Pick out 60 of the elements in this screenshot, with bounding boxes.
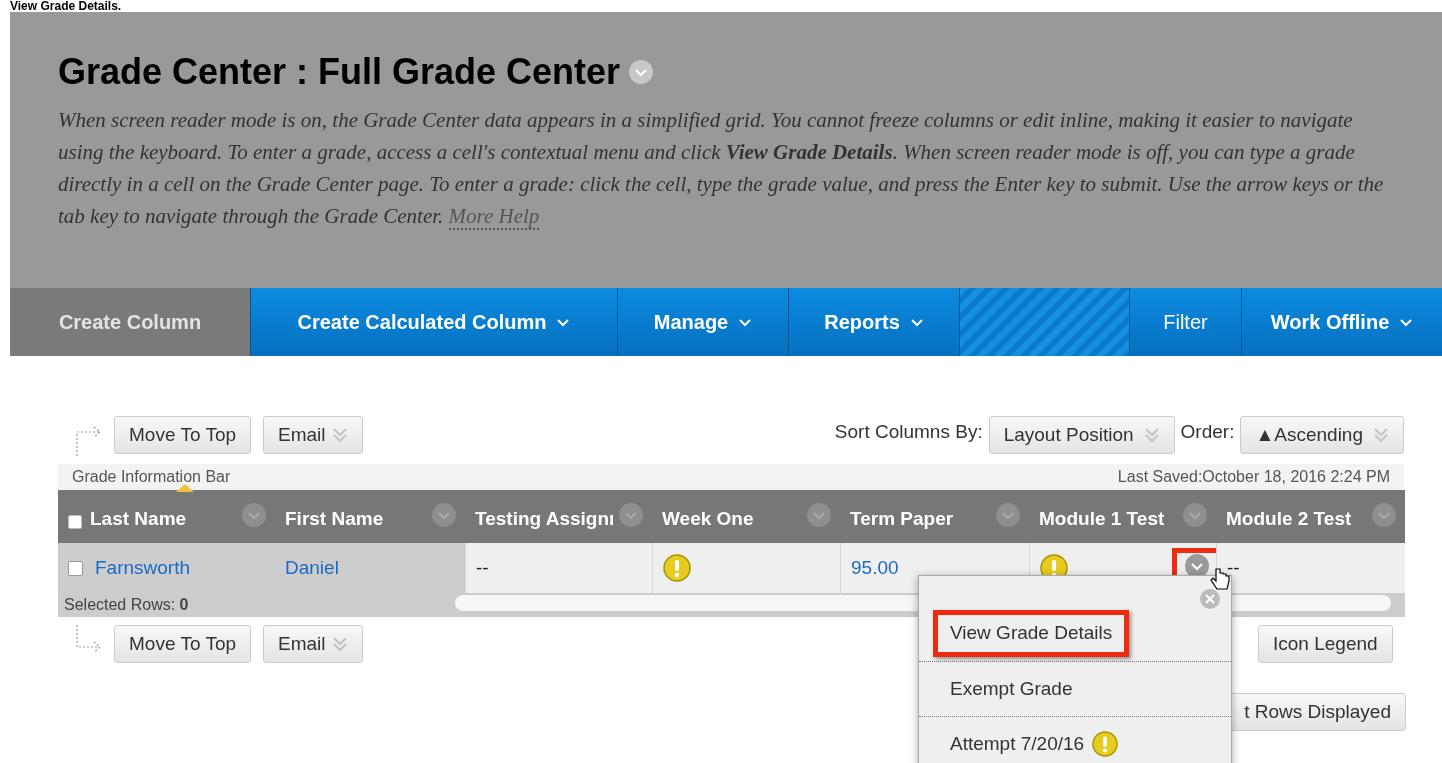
double-chevron-icon — [331, 426, 348, 444]
selected-rows-text: Selected Rows: 0 — [64, 595, 189, 615]
close-icon[interactable] — [1199, 588, 1221, 610]
header-checkbox[interactable] — [68, 515, 82, 529]
nav-button[interactable]: Filter — [1129, 288, 1241, 356]
column-menu-icon[interactable] — [241, 502, 267, 528]
order-label: Order: — [1180, 420, 1235, 444]
nav-menu-button[interactable]: Manage — [617, 288, 788, 356]
move-to-top-button[interactable]: Move To Top — [114, 416, 252, 454]
column-header[interactable]: Week One — [662, 504, 754, 533]
email-dropdown-button[interactable]: Email — [263, 416, 363, 454]
nav-menu-button[interactable]: Reports — [788, 288, 959, 356]
menu-item[interactable]: View Grade Details — [933, 610, 1130, 657]
column-menu-icon[interactable] — [995, 502, 1021, 528]
double-chevron-icon — [331, 635, 348, 653]
info-bar-label[interactable]: Grade Information Bar — [72, 465, 231, 489]
exclamation-icon — [663, 554, 691, 582]
email-dropdown-button[interactable]: Email — [263, 625, 363, 663]
nav-menu-button[interactable]: Create Calculated Column — [250, 288, 617, 356]
column-header[interactable]: Module 2 Test — [1226, 504, 1352, 533]
grade-link[interactable]: Farnsworth — [95, 553, 191, 583]
nav-tab[interactable]: Create Column — [10, 288, 250, 356]
sort-label: Sort Columns By: — [834, 420, 983, 444]
column-menu-icon[interactable] — [1182, 502, 1208, 528]
grade-link[interactable]: 95.00 — [851, 553, 899, 583]
page-title: Grade Center : Full Grade Center — [58, 50, 621, 94]
triangle-icon — [176, 484, 194, 492]
double-chevron-icon — [1143, 426, 1160, 444]
exclamation-icon — [1092, 731, 1119, 757]
help-link[interactable]: More Help — [448, 204, 540, 230]
chevron-icon — [1399, 317, 1414, 327]
cell-text: -- — [1227, 555, 1240, 580]
column-header[interactable]: Term Paper — [850, 504, 954, 533]
hand-cursor-icon — [1210, 567, 1230, 593]
chevron-icon — [556, 317, 571, 327]
move-to-top-button[interactable]: Move To Top — [114, 625, 252, 663]
description-text: When screen reader mode is on, the Grade Center data appears in a simplified grid. You cannot freeze columns or edit inline, making it easier to navigate using the keyboard. To enter a grade, access a cell's contextual menu and click View Grade Details. When screen reader mode is off, you can type a grade directly in a cell on the Grade Center page. To enter a grade: click the cell, type the grade value, and press the Enter key to submit. Use the arrow keys or the tab key to navigate through the Grade Center. More Help — [58, 107, 1385, 232]
grade-link[interactable]: Daniel — [285, 553, 339, 583]
menu-item[interactable]: Exempt Grade — [933, 665, 1090, 713]
menu-item[interactable]: Attempt 7/20/16 — [933, 720, 1136, 763]
chevron-icon — [909, 317, 924, 327]
column-header[interactable]: Module 1 Test — [1039, 504, 1165, 533]
row-checkbox[interactable] — [68, 560, 83, 576]
column-header[interactable]: First Name — [285, 504, 384, 533]
last-saved-text: Last Saved:October 18, 2016 2:24 PM — [1117, 467, 1390, 487]
icon-legend-button[interactable]: Icon Legend — [1258, 625, 1393, 663]
chevron-icon — [738, 317, 753, 327]
column-menu-icon[interactable] — [618, 502, 644, 528]
double-chevron-icon — [1373, 426, 1389, 444]
cell-text: -- — [476, 555, 489, 580]
column-header[interactable]: Last Name — [90, 504, 187, 533]
column-menu-icon[interactable] — [431, 502, 457, 528]
column-menu-icon[interactable] — [806, 502, 832, 528]
order-select[interactable]: ▲Ascending — [1240, 416, 1404, 454]
caption-text: View Grade Details. — [9, 0, 123, 12]
column-header[interactable]: Testing Assignı — [475, 504, 615, 533]
column-menu-icon[interactable] — [1371, 502, 1397, 528]
chevron-circle-icon[interactable] — [628, 59, 655, 85]
nav-menu-button[interactable]: Work Offline — [1241, 288, 1442, 356]
sort-select[interactable]: Layout Position — [988, 416, 1175, 454]
